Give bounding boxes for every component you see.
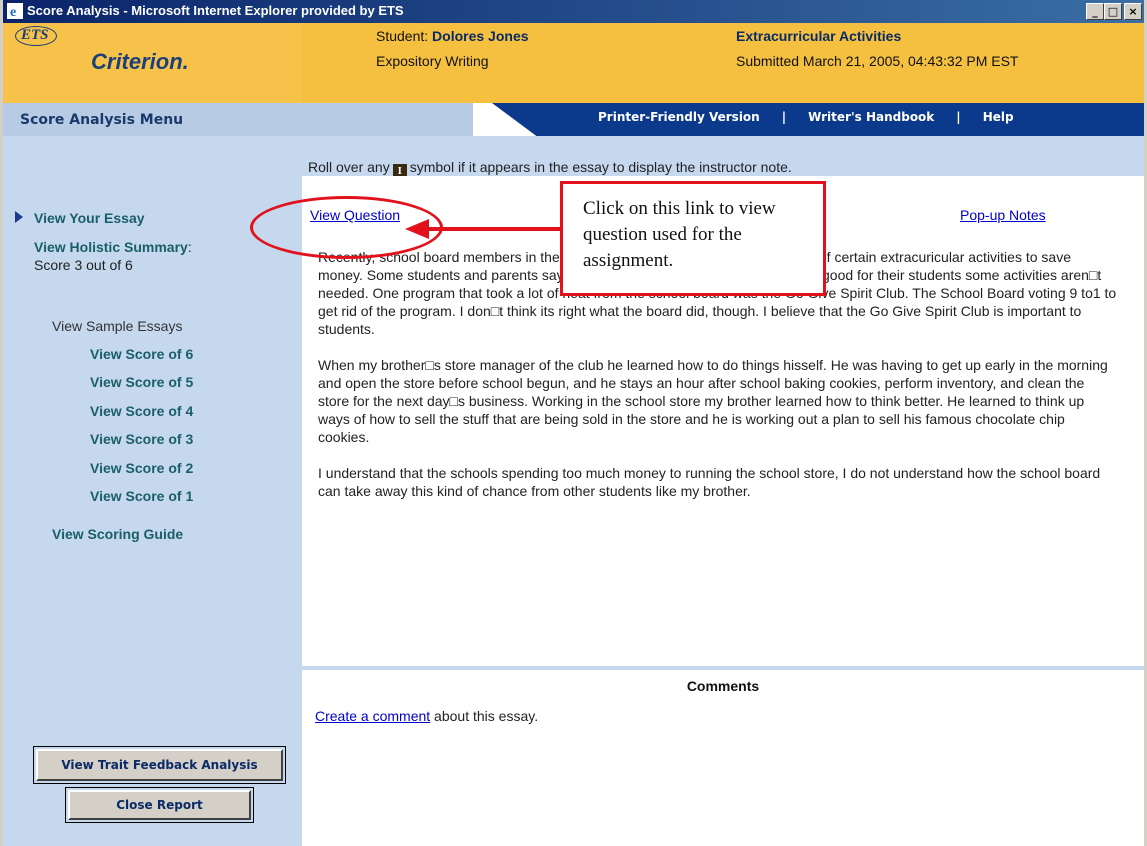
- comments-divider: [302, 666, 1144, 670]
- view-scoring-guide-link[interactable]: View Scoring Guide: [52, 526, 183, 542]
- menu-band: Score Analysis Menu Printer-Friendly Ver…: [3, 103, 1144, 136]
- nav-separator: |: [956, 110, 961, 124]
- score-analysis-menu-label: Score Analysis Menu: [20, 112, 184, 128]
- view-score-6-link[interactable]: View Score of 6: [90, 346, 193, 362]
- criterion-logo: ETS Criterion.: [3, 23, 302, 103]
- nav-separator: |: [781, 110, 787, 124]
- instruction-strip: Roll over any Isymbol if it appears in th…: [302, 136, 1144, 178]
- create-comment-link[interactable]: Create a comment: [315, 708, 430, 724]
- minimize-button[interactable]: _: [1086, 3, 1104, 20]
- view-your-essay-link[interactable]: View Your Essay: [34, 210, 145, 226]
- title-bar: e Score Analysis - Microsoft Internet Ex…: [3, 0, 1144, 23]
- view-score-2-link[interactable]: View Score of 2: [90, 460, 193, 476]
- essay-type: Expository Writing: [376, 53, 489, 69]
- callout-text: Click on this link to view question used…: [583, 198, 776, 271]
- close-window-button[interactable]: ×: [1124, 3, 1142, 20]
- popup-notes-link[interactable]: Pop-up Notes: [960, 207, 1046, 223]
- svg-text:e: e: [10, 5, 16, 19]
- writers-handbook-link[interactable]: Writer's Handbook: [808, 110, 934, 124]
- ets-logo: ETS: [15, 26, 57, 46]
- annotation-callout: Click on this link to view question used…: [560, 181, 826, 296]
- essay-paragraph: I understand that the schools spending t…: [318, 465, 1101, 499]
- current-item-arrow-icon: [15, 211, 23, 223]
- view-score-1-link[interactable]: View Score of 1: [90, 488, 193, 504]
- view-score-5-link[interactable]: View Score of 5: [90, 374, 193, 390]
- window-title: Score Analysis - Microsoft Internet Expl…: [27, 3, 404, 18]
- menu-label-area: Score Analysis Menu: [3, 103, 473, 136]
- essay-paragraph: When my brother□s store manager of the c…: [318, 357, 1108, 445]
- assignment-title: Extracurricular Activities: [736, 28, 902, 44]
- student-line: Student: Dolores Jones: [376, 28, 529, 44]
- maximize-button[interactable]: □: [1104, 3, 1122, 20]
- view-score-3-link[interactable]: View Score of 3: [90, 431, 193, 447]
- holistic-summary[interactable]: View Holistic Summary:: [34, 239, 192, 255]
- view-score-4-link[interactable]: View Score of 4: [90, 403, 193, 419]
- submitted-date: Submitted March 21, 2005, 04:43:32 PM ES…: [736, 53, 1019, 69]
- annotation-arrow-icon: [405, 219, 561, 239]
- report-header: ETS Criterion. Student: Dolores Jones Ex…: [3, 23, 1144, 136]
- comments-heading: Comments: [686, 678, 760, 694]
- window-controls: _ □ ×: [1086, 3, 1142, 20]
- internet-explorer-icon: e: [7, 3, 23, 19]
- close-report-button[interactable]: Close Report: [68, 790, 251, 820]
- comment-line: Create a comment about this essay.: [315, 708, 539, 724]
- sample-essays-label: View Sample Essays: [52, 318, 183, 334]
- student-name: Dolores Jones: [432, 28, 529, 44]
- help-link[interactable]: Help: [983, 110, 1014, 124]
- view-trait-feedback-button[interactable]: View Trait Feedback Analysis: [36, 749, 283, 781]
- holistic-score: Score 3 out of 6: [34, 257, 133, 273]
- printer-friendly-link[interactable]: Printer-Friendly Version: [598, 110, 760, 124]
- browser-window: e Score Analysis - Microsoft Internet Ex…: [0, 0, 1147, 846]
- criterion-wordmark: Criterion.: [91, 49, 189, 74]
- nav-links: Printer-Friendly Version | Writer's Hand…: [598, 110, 1014, 124]
